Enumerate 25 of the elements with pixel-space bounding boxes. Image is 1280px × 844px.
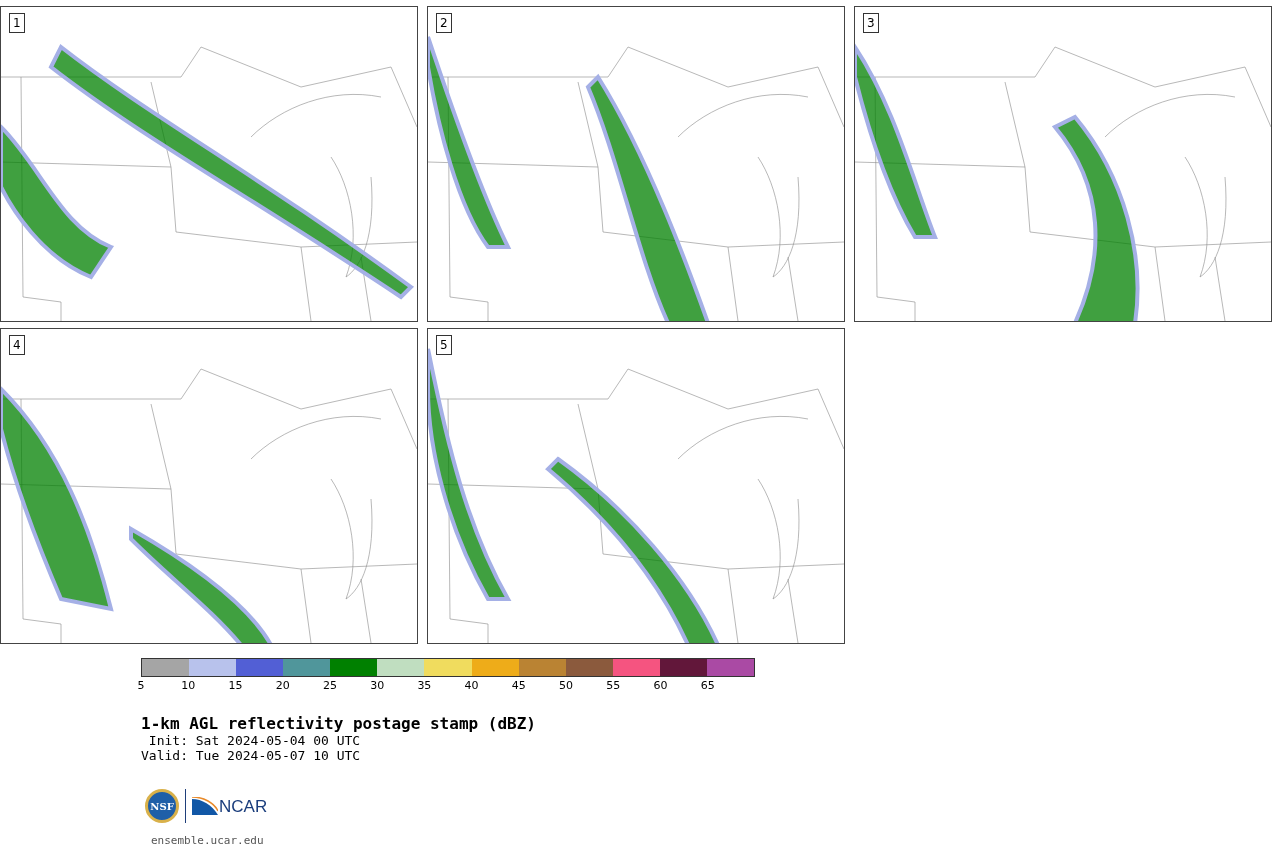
tick-label: 10 bbox=[181, 680, 196, 691]
tick-label: 20 bbox=[275, 680, 290, 691]
panel-number: 5 bbox=[436, 335, 452, 355]
tick-label: 40 bbox=[464, 680, 479, 691]
panel-number: 2 bbox=[436, 13, 452, 33]
panel-number: 4 bbox=[9, 335, 25, 355]
panel-number: 1 bbox=[9, 13, 25, 33]
tick-label: 55 bbox=[606, 680, 621, 691]
tick-label: 35 bbox=[417, 680, 432, 691]
init-time: Init: Sat 2024-05-04 00 UTC bbox=[147, 733, 362, 748]
tick-label: 50 bbox=[559, 680, 574, 691]
tick-label: 25 bbox=[322, 680, 337, 691]
tick-label: 30 bbox=[370, 680, 385, 691]
valid-time: Valid: Tue 2024-05-07 10 UTC bbox=[141, 748, 362, 763]
chart-title: 1-km AGL reflectivity postage stamp (dBZ) bbox=[141, 715, 537, 733]
tick-label: 5 bbox=[137, 680, 145, 691]
panel-number: 3 bbox=[863, 13, 879, 33]
ncar-logo-text: NCAR bbox=[219, 798, 268, 815]
site-url: ensemble.ucar.edu bbox=[151, 834, 264, 844]
nsf-logo: NSF bbox=[145, 789, 179, 823]
tick-label: 15 bbox=[228, 680, 243, 691]
wave-logo-icon bbox=[192, 797, 218, 815]
tick-label: 45 bbox=[511, 680, 526, 691]
tick-label: 65 bbox=[700, 680, 715, 691]
tick-label: 60 bbox=[653, 680, 668, 691]
